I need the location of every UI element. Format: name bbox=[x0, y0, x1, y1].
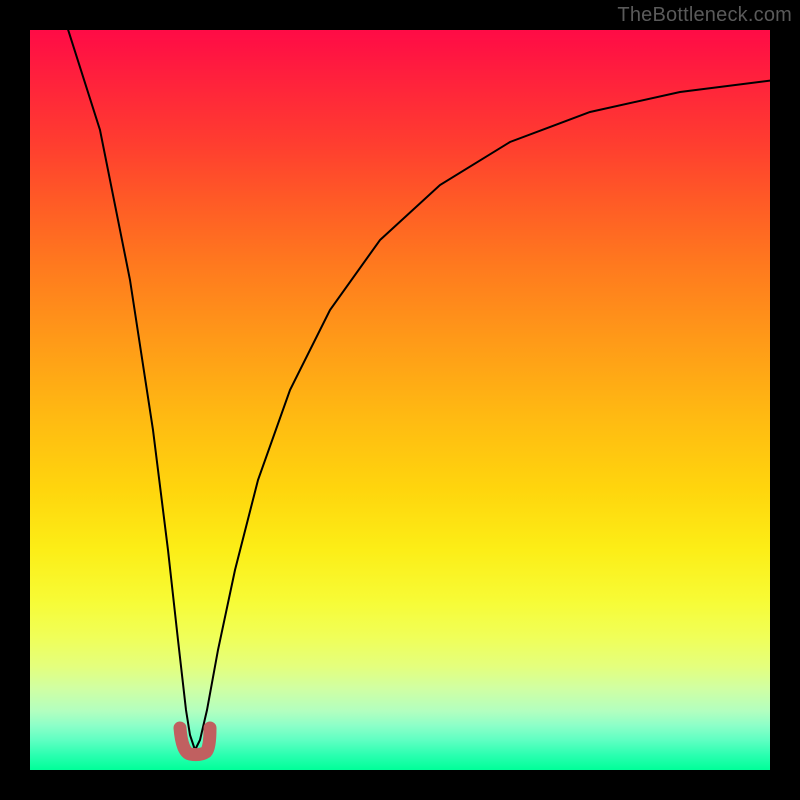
optimal-marker bbox=[30, 30, 770, 770]
watermark-text: TheBottleneck.com bbox=[617, 4, 792, 27]
plot-area bbox=[30, 30, 770, 770]
bottleneck-curve bbox=[30, 30, 770, 770]
chart-frame: TheBottleneck.com bbox=[0, 0, 800, 800]
